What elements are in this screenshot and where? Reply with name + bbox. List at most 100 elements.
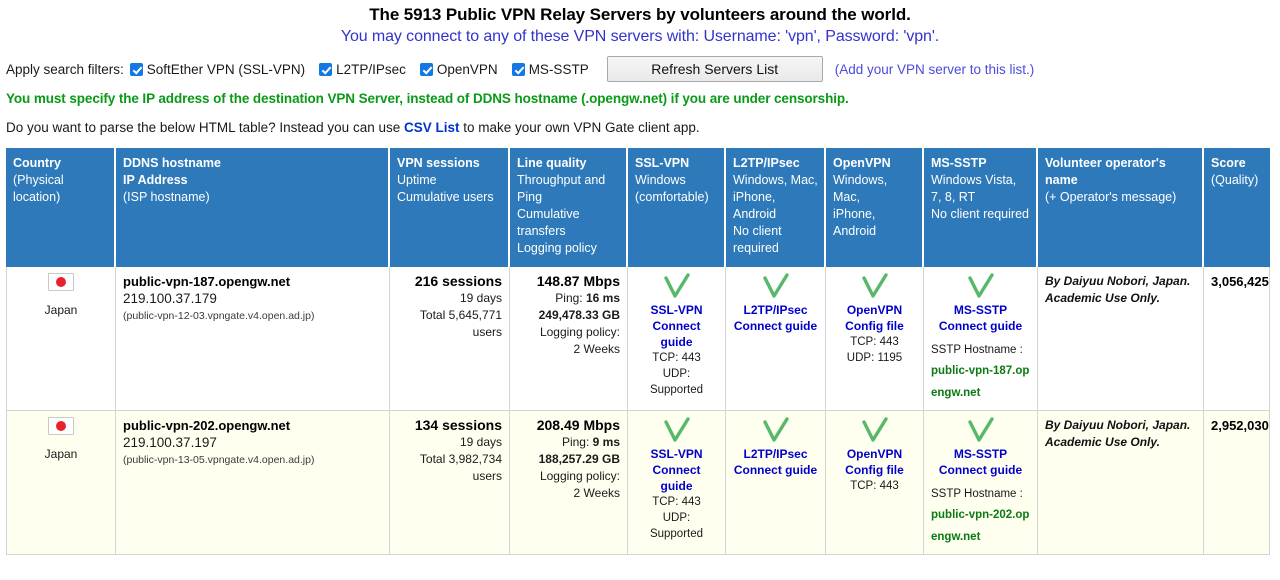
cell-ssl-vpn: SSL-VPN Connect guide TCP: 443 UDP: Supp… xyxy=(628,267,726,411)
ping-line: Ping: 16 ms xyxy=(517,290,620,307)
column-header-uptime: Uptime xyxy=(397,173,437,187)
ping-label: Ping: xyxy=(561,435,593,449)
openvpn-link[interactable]: OpenVPN xyxy=(833,446,916,462)
l2tp-connect-guide-link[interactable]: Connect guide xyxy=(733,462,818,478)
table-row[interactable]: Japan public-vpn-202.opengw.net 219.100.… xyxy=(6,411,1270,555)
checkmark-icon xyxy=(762,273,789,298)
table-row[interactable]: Japan public-vpn-187.opengw.net 219.100.… xyxy=(6,267,1270,411)
column-header-sstp-note: No client required xyxy=(931,207,1029,221)
column-header-vpn-sessions[interactable]: VPN sessions Uptime Cumulative users xyxy=(390,148,510,267)
filter-l2tp-ipsec[interactable]: L2TP/IPsec xyxy=(319,62,406,77)
ssl-tcp-port: TCP: 443 xyxy=(652,352,701,364)
column-header-operator-sub: (+ Operator's message) xyxy=(1045,190,1177,204)
checkmark-icon xyxy=(663,417,690,442)
filter-softether-checkbox[interactable] xyxy=(129,62,143,76)
column-header-openvpn[interactable]: OpenVPN Windows, Mac, iPhone, Android xyxy=(826,148,924,267)
l2tp-link[interactable]: L2TP/IPsec xyxy=(733,446,818,462)
column-header-sslvpn-note: (comfortable) xyxy=(635,190,709,204)
throughput: 208.49 Mbps xyxy=(536,417,620,433)
ping-value: 16 ms xyxy=(585,291,620,305)
censorship-warning: You must specify the IP address of the d… xyxy=(6,91,849,106)
cell-ssl-vpn: SSL-VPN Connect guide TCP: 443 UDP: Supp… xyxy=(628,411,726,555)
column-header-sstp-title: MS-SSTP xyxy=(931,156,987,170)
uptime: 19 days xyxy=(459,291,502,305)
filter-ms-sstp[interactable]: MS-SSTP xyxy=(511,62,589,77)
column-header-quality-title: Line quality xyxy=(517,156,587,170)
logging-policy-value: 2 Weeks xyxy=(573,342,620,356)
cell-line-quality: 148.87 Mbps Ping: 16 ms 249,478.33 GB Lo… xyxy=(510,267,628,411)
l2tp-link[interactable]: L2TP/IPsec xyxy=(733,302,818,318)
filter-l2tp-checkbox[interactable] xyxy=(319,62,333,76)
cumulative-transfers: 188,257.29 GB xyxy=(538,452,620,466)
ping-line: Ping: 9 ms xyxy=(517,434,620,451)
cell-l2tp: L2TP/IPsec Connect guide xyxy=(726,267,826,411)
column-header-country[interactable]: Country (Physical location) xyxy=(6,148,116,267)
openvpn-tcp-port: TCP: 443 xyxy=(850,336,899,348)
throughput: 148.87 Mbps xyxy=(536,273,620,289)
ms-sstp-connect-guide-link[interactable]: Connect guide xyxy=(931,318,1030,334)
table-header-row: Country (Physical location) DDNS hostnam… xyxy=(6,148,1270,267)
column-header-l2tp-ipsec[interactable]: L2TP/IPsec Windows, Mac, iPhone, Android… xyxy=(726,148,826,267)
cell-operator: By Daiyuu Nobori, Japan. Academic Use On… xyxy=(1038,267,1204,411)
parse-notice-prefix: Do you want to parse the below HTML tabl… xyxy=(6,120,404,135)
ms-sstp-link[interactable]: MS-SSTP xyxy=(931,302,1030,318)
country-label: Japan xyxy=(44,303,78,317)
logging-policy-value: 2 Weeks xyxy=(573,486,620,500)
ms-sstp-link[interactable]: MS-SSTP xyxy=(931,446,1030,462)
session-count: 216 sessions xyxy=(414,273,502,289)
column-header-score-sub: (Quality) xyxy=(1211,173,1259,187)
column-header-l2tp-os2: iPhone, Android xyxy=(733,190,777,221)
ssl-vpn-link[interactable]: SSL-VPN xyxy=(635,302,718,318)
add-your-vpn-server-link[interactable]: (Add your VPN server to this list.) xyxy=(835,62,1035,77)
sstp-hostname-value: public-vpn-202.opengw.net xyxy=(931,509,1030,543)
ssl-udp-port: UDP: Supported xyxy=(649,512,704,540)
filter-openvpn-checkbox[interactable] xyxy=(419,62,433,76)
column-header-ssl-vpn[interactable]: SSL-VPN Windows (comfortable) xyxy=(628,148,726,267)
column-header-l2tp-note: No client required xyxy=(733,224,782,255)
ssl-vpn-connect-guide-link[interactable]: Connect guide xyxy=(635,318,718,350)
ssl-vpn-link[interactable]: SSL-VPN xyxy=(635,446,718,462)
openvpn-link[interactable]: OpenVPN xyxy=(833,302,916,318)
column-header-l2tp-title: L2TP/IPsec xyxy=(733,156,800,170)
isp-hostname: (public-vpn-13-05.vpngate.v4.open.ad.jp) xyxy=(123,454,315,466)
column-header-country-title: Country xyxy=(13,156,61,170)
cell-ms-sstp: MS-SSTP Connect guide SSTP Hostname : pu… xyxy=(924,411,1038,555)
cumulative-users: Total 3,982,734 users xyxy=(419,452,502,483)
ms-sstp-connect-guide-link[interactable]: Connect guide xyxy=(931,462,1030,478)
cell-score: 2,952,030 xyxy=(1204,411,1270,555)
cell-country: Japan xyxy=(6,411,116,555)
column-header-score[interactable]: Score (Quality) xyxy=(1204,148,1270,267)
column-header-line-quality[interactable]: Line quality Throughput and Ping Cumulat… xyxy=(510,148,628,267)
filter-bar-label: Apply search filters: xyxy=(6,61,124,77)
logging-policy-label: Logging policy: xyxy=(539,469,620,483)
filter-mssstp-checkbox[interactable] xyxy=(511,62,525,76)
column-header-openvpn-title: OpenVPN xyxy=(833,156,891,170)
openvpn-config-file-link[interactable]: Config file xyxy=(833,318,916,334)
l2tp-connect-guide-link[interactable]: Connect guide xyxy=(733,318,818,334)
column-header-ddns-hostname[interactable]: DDNS hostname IP Address (ISP hostname) xyxy=(116,148,390,267)
column-header-sessions-title: VPN sessions xyxy=(397,156,480,170)
country-label: Japan xyxy=(44,447,78,461)
checkmark-icon xyxy=(762,417,789,442)
filter-softether-label: SoftEther VPN (SSL-VPN) xyxy=(146,61,306,77)
logging-policy-label: Logging policy: xyxy=(539,325,620,339)
column-header-ms-sstp[interactable]: MS-SSTP Windows Vista, 7, 8, RT No clien… xyxy=(924,148,1038,267)
ip-address: 219.100.37.197 xyxy=(123,435,217,450)
isp-hostname: (public-vpn-12-03.vpngate.v4.open.ad.jp) xyxy=(123,310,315,322)
cell-l2tp: L2TP/IPsec Connect guide xyxy=(726,411,826,555)
column-header-logging-policy: Logging policy xyxy=(517,241,597,255)
cell-line-quality: 208.49 Mbps Ping: 9 ms 188,257.29 GB Log… xyxy=(510,411,628,555)
vpngate-page: The 5913 Public VPN Relay Servers by vol… xyxy=(0,0,1280,580)
refresh-servers-list-button[interactable]: Refresh Servers List xyxy=(606,56,823,82)
checkmark-icon xyxy=(967,417,994,442)
filter-openvpn[interactable]: OpenVPN xyxy=(419,62,498,77)
csv-list-link[interactable]: CSV List xyxy=(404,120,460,135)
filter-l2tp-label: L2TP/IPsec xyxy=(336,61,406,77)
ssl-vpn-connect-guide-link[interactable]: Connect guide xyxy=(635,462,718,494)
column-header-cumulative-transfers: Cumulative transfers xyxy=(517,207,580,238)
openvpn-config-file-link[interactable]: Config file xyxy=(833,462,916,478)
ping-value: 9 ms xyxy=(592,435,620,449)
cell-country: Japan xyxy=(6,267,116,411)
column-header-volunteer-operator[interactable]: Volunteer operator's name (+ Operator's … xyxy=(1038,148,1204,267)
filter-softether-vpn[interactable]: SoftEther VPN (SSL-VPN) xyxy=(129,61,306,77)
